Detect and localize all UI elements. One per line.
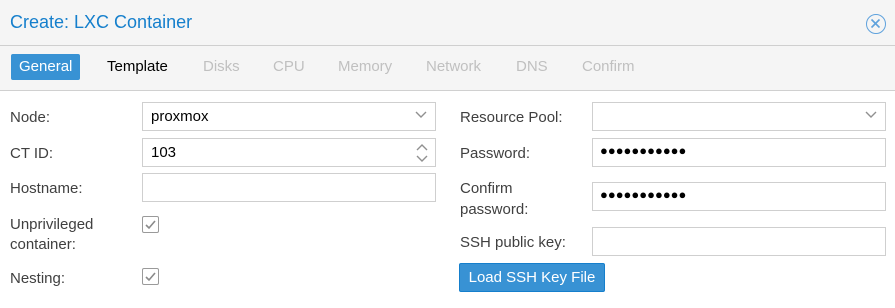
tab-dns: DNS <box>516 58 548 75</box>
tab-cpu: CPU <box>273 58 305 75</box>
ctid-label: CT ID: <box>10 145 54 162</box>
password-input[interactable]: ●●●●●●●●●●● <box>592 138 886 167</box>
password-label: Password: <box>460 145 531 162</box>
hostname-label: Hostname: <box>10 180 83 197</box>
resource-pool-select[interactable] <box>592 102 886 131</box>
confirm-password-label-line1: Confirm <box>460 180 513 197</box>
ssh-key-input[interactable] <box>592 227 886 256</box>
node-value: proxmox <box>151 108 209 125</box>
ssh-key-label: SSH public key: <box>460 234 566 251</box>
unprivileged-label-line2: container: <box>10 236 76 253</box>
close-icon[interactable] <box>866 14 886 34</box>
nesting-label: Nesting: <box>10 270 66 287</box>
tab-general[interactable]: General <box>11 54 81 80</box>
confirm-password-input[interactable]: ●●●●●●●●●●● <box>592 182 886 211</box>
dialog-title: Create: LXC Container <box>10 12 193 32</box>
check-icon <box>145 220 156 230</box>
ctid-input[interactable]: 103 <box>142 138 436 167</box>
nesting-checkbox[interactable] <box>142 268 159 285</box>
tab-network: Network <box>426 58 482 75</box>
load-ssh-key-file-button[interactable]: Load SSH Key File <box>459 263 605 292</box>
lxc-create-dialog: Create: LXC Container General Template D… <box>0 0 895 308</box>
spinner-icon[interactable] <box>416 142 428 164</box>
tab-memory: Memory <box>338 58 393 75</box>
confirm-password-masked-value: ●●●●●●●●●●● <box>600 187 687 202</box>
unprivileged-label-line1: Unprivileged <box>10 216 94 233</box>
password-masked-value: ●●●●●●●●●●● <box>600 143 687 158</box>
tab-disks: Disks <box>203 58 240 75</box>
node-select[interactable]: proxmox <box>142 102 436 131</box>
hostname-input[interactable] <box>142 173 436 202</box>
tab-template[interactable]: Template <box>99 54 176 80</box>
chevron-down-icon[interactable] <box>415 111 427 119</box>
confirm-password-label-line2: password: <box>460 201 529 218</box>
ctid-value: 103 <box>151 144 177 161</box>
dialog-titlebar: Create: LXC Container <box>0 0 895 46</box>
check-icon <box>145 272 156 282</box>
resource-pool-label: Resource Pool: <box>460 109 563 126</box>
node-label: Node: <box>10 109 51 126</box>
unprivileged-checkbox[interactable] <box>142 216 159 233</box>
chevron-down-icon[interactable] <box>865 111 877 119</box>
wizard-tabbar: General Template Disks CPU Memory Networ… <box>0 46 895 91</box>
tab-confirm: Confirm <box>582 58 635 75</box>
